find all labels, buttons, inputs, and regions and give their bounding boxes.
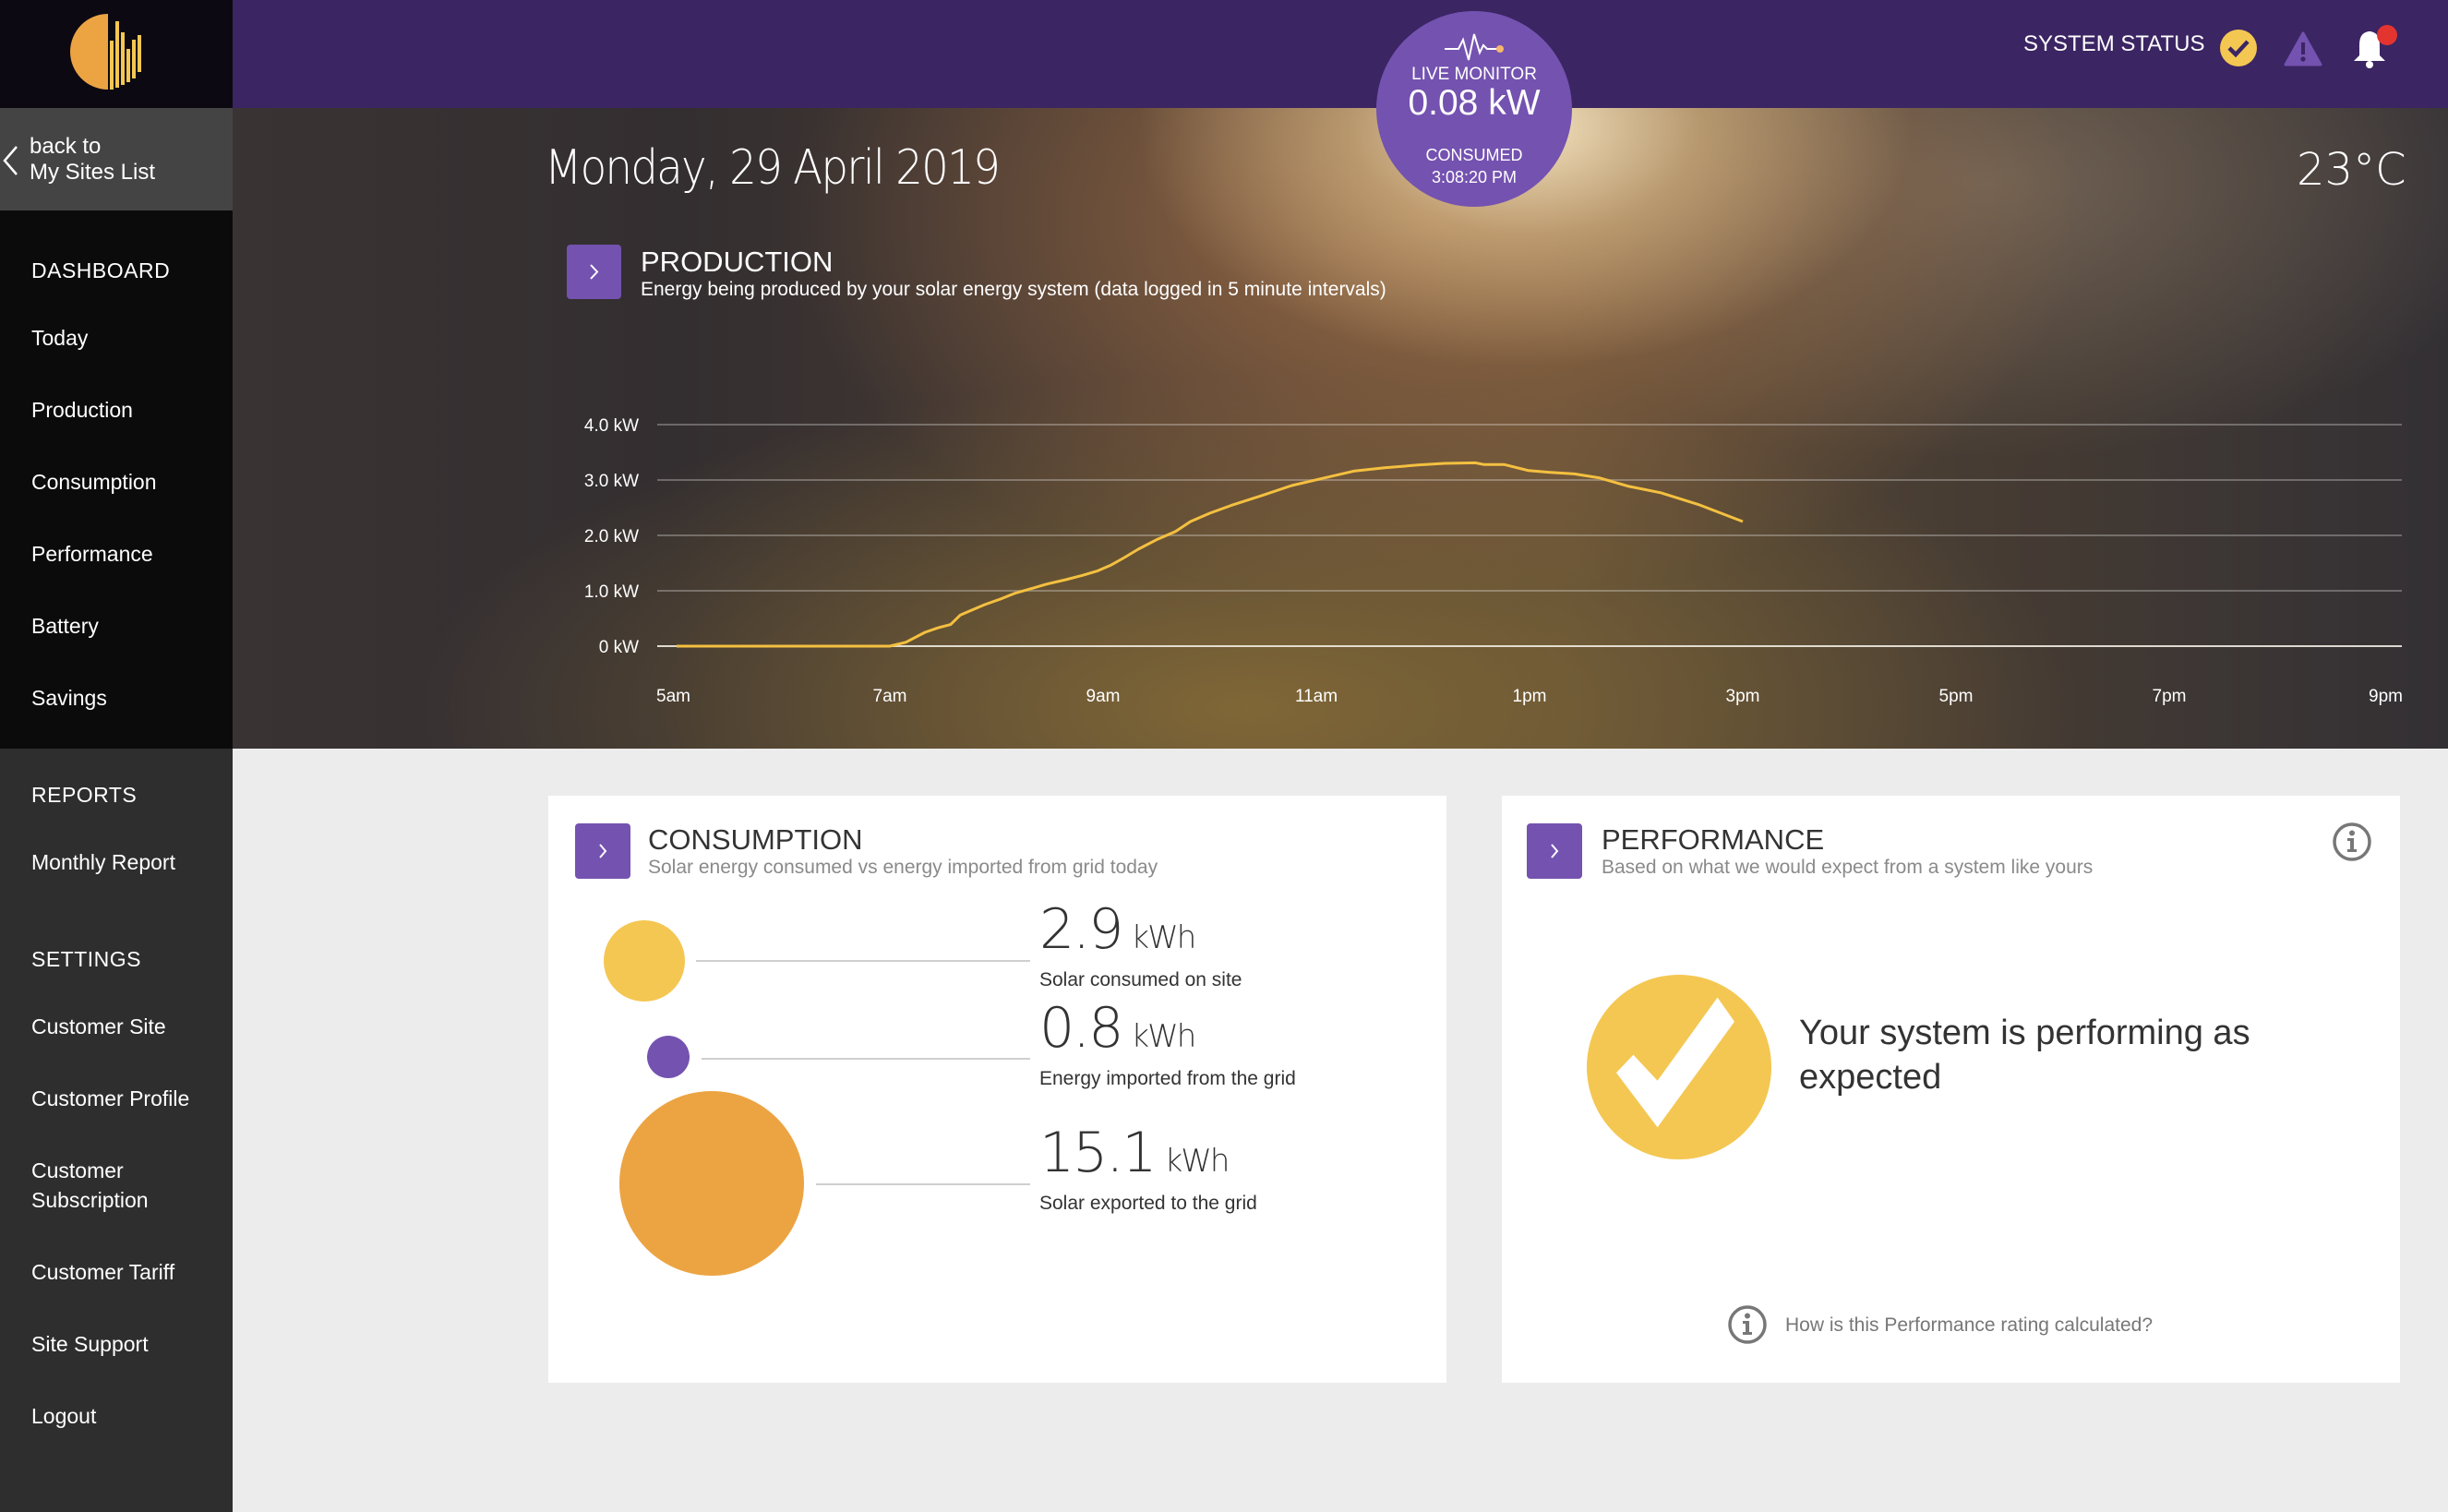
x-tick-label: 3pm [1726, 687, 1760, 706]
performance-title: PERFORMANCE [1602, 823, 1825, 856]
x-tick-label: 9am [1086, 687, 1121, 706]
live-monitor-label: LIVE MONITOR [1411, 65, 1537, 84]
y-tick-label: 3.0 kW [584, 472, 639, 491]
metric-number: 0.8 [1039, 996, 1123, 1061]
solar-exported-value: 15.1 kWh [1039, 1121, 1230, 1185]
pulse-icon [1445, 33, 1504, 61]
solar-consumed-bubble [604, 920, 685, 1002]
live-monitor-status: CONSUMED 3:08:20 PM [1376, 144, 1572, 188]
chart-x-axis: 5am 7am 9am 11am 1pm 3pm 5pm 7pm 9pm [656, 687, 2403, 706]
y-tick-label: 1.0 kW [584, 582, 639, 602]
x-tick-label: 5pm [1939, 687, 1974, 706]
solar-exported-label: Solar exported to the grid [1039, 1193, 1257, 1214]
leader-line [816, 1183, 1030, 1185]
metric-number: 15.1 [1039, 1121, 1158, 1185]
chart-gridlines [657, 424, 2402, 647]
leader-line [696, 960, 1030, 962]
sidebar-item-logout[interactable]: Logout [31, 1401, 96, 1431]
x-tick-label: 7pm [2153, 687, 2187, 706]
metric-unit: kWh [1131, 1018, 1196, 1055]
solar-consumed-label: Solar consumed on site [1039, 969, 1242, 990]
sidebar-item-customer-subscription[interactable]: Customer Subscription [31, 1156, 188, 1215]
live-monitor-time: 3:08:20 PM [1431, 168, 1518, 186]
performance-check-icon [1587, 975, 1771, 1159]
consumption-title: CONSUMPTION [648, 823, 863, 856]
x-tick-label: 1pm [1513, 687, 1547, 706]
energy-imported-label: Energy imported from the grid [1039, 1068, 1296, 1089]
performance-message: Your system is performing as expected [1799, 1014, 2250, 1097]
y-tick-label: 2.0 kW [584, 527, 639, 546]
leader-line [702, 1058, 1030, 1060]
sidebar-heading-reports: REPORTS [31, 783, 138, 807]
chart-series [677, 461, 1744, 648]
metric-number: 2.9 [1039, 897, 1123, 962]
live-monitor-value: 0.08 kW [1408, 83, 1541, 123]
energy-imported-bubble [647, 1036, 690, 1078]
sidebar-item-customer-site[interactable]: Customer Site [31, 1012, 166, 1041]
consumption-subtitle: Solar energy consumed vs energy imported… [648, 857, 1158, 878]
solar-exported-bubble [619, 1091, 804, 1276]
production-chart: 0 kW 1.0 kW 2.0 kW 3.0 kW 4.0 kW 5am 7am 9am 11… [584, 416, 2403, 706]
sidebar-item-monthly-report[interactable]: Monthly Report [31, 847, 175, 877]
sidebar-heading-settings: SETTINGS [31, 947, 142, 971]
y-tick-label: 0 kW [599, 638, 639, 657]
performance-expand-button[interactable] [1527, 823, 1582, 879]
live-monitor-badge[interactable]: LIVE MONITOR 0.08 kW CONSUMED 3:08:20 PM [1376, 11, 1572, 207]
production-line [677, 461, 1744, 648]
x-tick-label: 9pm [2369, 687, 2403, 706]
live-monitor-status-text: CONSUMED [1425, 146, 1523, 164]
x-tick-label: 11am [1295, 687, 1338, 706]
info-icon[interactable] [2332, 822, 2372, 862]
chevron-right-icon [599, 844, 607, 858]
energy-imported-value: 0.8 kWh [1039, 996, 1196, 1061]
consumption-expand-button[interactable] [575, 823, 630, 879]
sidebar-item-site-support[interactable]: Site Support [31, 1329, 149, 1359]
solar-consumed-value: 2.9 kWh [1039, 897, 1196, 962]
chevron-right-icon [1551, 844, 1559, 858]
x-tick-label: 7am [873, 687, 907, 706]
metric-unit: kWh [1131, 919, 1196, 956]
sidebar-item-customer-profile[interactable]: Customer Profile [31, 1084, 189, 1113]
y-tick-label: 4.0 kW [584, 416, 639, 436]
info-icon[interactable] [1727, 1304, 1768, 1345]
x-tick-label: 5am [656, 687, 690, 706]
sidebar-item-customer-tariff[interactable]: Customer Tariff [31, 1257, 174, 1287]
consumption-card: CONSUMPTION Solar energy consumed vs ene… [548, 796, 1446, 1383]
performance-help-link[interactable]: How is this Performance rating calculate… [1785, 1314, 2153, 1337]
metric-unit: kWh [1164, 1143, 1230, 1180]
performance-subtitle: Based on what we would expect from a sys… [1602, 857, 2094, 878]
chart-y-axis: 0 kW 1.0 kW 2.0 kW 3.0 kW 4.0 kW [584, 416, 639, 657]
